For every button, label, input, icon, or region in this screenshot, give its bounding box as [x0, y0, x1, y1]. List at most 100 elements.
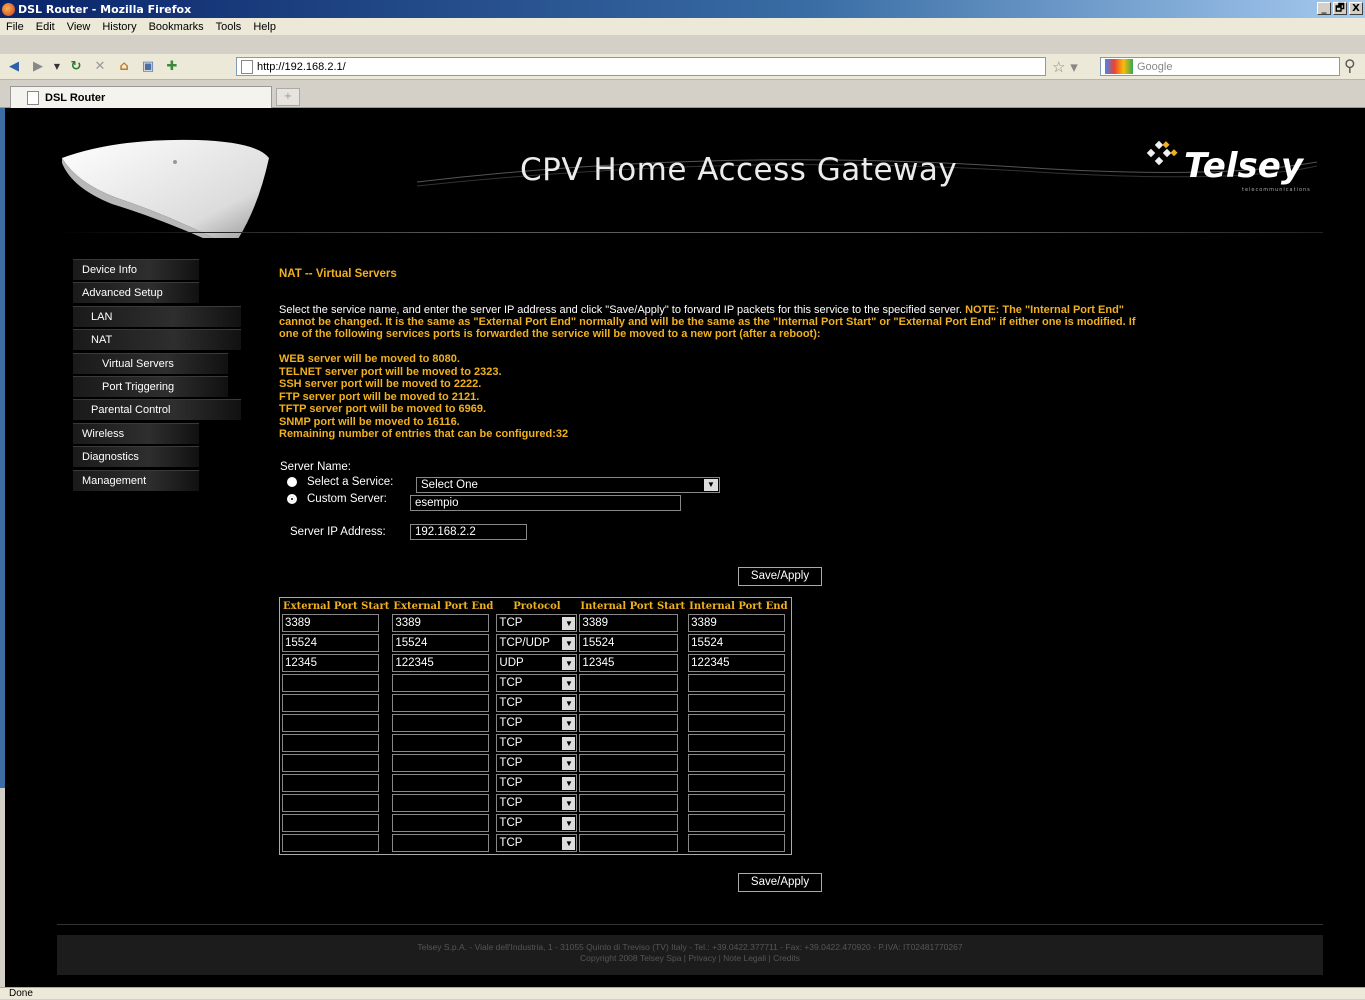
port-input[interactable]	[579, 814, 679, 832]
port-input[interactable]	[688, 774, 786, 792]
port-input[interactable]	[579, 794, 679, 812]
protocol-select[interactable]: TCP ▼	[496, 754, 578, 772]
port-input[interactable]	[579, 694, 679, 712]
forward-button[interactable]: ▶	[28, 57, 48, 77]
menu-history[interactable]: History	[96, 21, 142, 33]
port-input[interactable]: 15524	[579, 634, 679, 652]
port-input[interactable]	[688, 734, 786, 752]
search-bar[interactable]: Google	[1100, 57, 1340, 76]
port-input[interactable]: 15524	[282, 634, 379, 652]
chevron-down-icon[interactable]: ▼	[562, 797, 576, 810]
bookmark-star-icon[interactable]: ☆ ▾	[1052, 58, 1078, 76]
addon-icon[interactable]: ✚	[162, 57, 182, 77]
chevron-down-icon[interactable]: ▼	[562, 837, 576, 850]
chevron-down-icon[interactable]: ▼	[562, 657, 576, 670]
protocol-select[interactable]: TCP ▼	[496, 834, 578, 852]
port-input[interactable]: 15524	[688, 634, 786, 652]
chevron-down-icon[interactable]: ▼	[562, 737, 576, 750]
port-input[interactable]: 122345	[392, 654, 490, 672]
custom-server-input[interactable]: esempio	[410, 495, 681, 511]
menu-bookmarks[interactable]: Bookmarks	[143, 21, 210, 33]
chevron-down-icon[interactable]: ▼	[562, 757, 576, 770]
port-input[interactable]	[282, 774, 379, 792]
port-input[interactable]: 3389	[688, 614, 786, 632]
menu-file[interactable]: File	[0, 21, 30, 33]
new-tab-button[interactable]: +	[276, 88, 300, 106]
close-button[interactable]: X	[1349, 2, 1363, 15]
port-input[interactable]: 15524	[392, 634, 490, 652]
port-input[interactable]	[688, 834, 786, 852]
protocol-select[interactable]: TCP ▼	[496, 794, 578, 812]
port-input[interactable]	[688, 714, 786, 732]
chevron-down-icon[interactable]: ▼	[704, 479, 718, 491]
port-input[interactable]	[282, 794, 379, 812]
service-select[interactable]: Select One ▼	[416, 477, 720, 493]
history-dropdown-icon[interactable]: ▼	[52, 57, 62, 77]
url-bar[interactable]: http://192.168.2.1/	[236, 57, 1046, 76]
sidebar-item-wireless[interactable]: Wireless	[73, 422, 199, 444]
maximize-button[interactable]: 🗗	[1333, 2, 1347, 15]
select-service-radio[interactable]	[287, 477, 297, 487]
port-input[interactable]	[282, 754, 379, 772]
menu-tools[interactable]: Tools	[210, 21, 248, 33]
sidebar-item-lan[interactable]: LAN	[73, 305, 241, 327]
protocol-select[interactable]: TCP ▼	[496, 774, 578, 792]
port-input[interactable]	[688, 694, 786, 712]
menu-help[interactable]: Help	[247, 21, 282, 33]
port-input[interactable]	[579, 774, 679, 792]
port-input[interactable]	[282, 834, 379, 852]
server-ip-input[interactable]: 192.168.2.2	[410, 524, 527, 540]
port-input[interactable]	[688, 794, 786, 812]
port-input[interactable]	[392, 834, 490, 852]
port-input[interactable]	[282, 734, 379, 752]
chevron-down-icon[interactable]: ▼	[562, 697, 576, 710]
sidebar-item-management[interactable]: Management	[73, 469, 199, 491]
protocol-select[interactable]: UDP ▼	[496, 654, 578, 672]
port-input[interactable]	[579, 714, 679, 732]
port-input[interactable]	[579, 834, 679, 852]
chevron-down-icon[interactable]: ▼	[562, 777, 576, 790]
tab-dsl-router[interactable]: DSL Router	[10, 86, 272, 108]
port-input[interactable]	[392, 694, 490, 712]
port-input[interactable]	[392, 674, 490, 692]
port-input[interactable]: 3389	[579, 614, 679, 632]
sidebar-item-parental-control[interactable]: Parental Control	[73, 399, 241, 421]
sidebar-item-port-triggering[interactable]: Port Triggering	[73, 375, 228, 397]
protocol-select[interactable]: TCP/UDP ▼	[496, 634, 578, 652]
reload-button[interactable]: ↻	[66, 57, 86, 77]
chevron-down-icon[interactable]: ▼	[562, 717, 576, 730]
sidebar-item-device-info[interactable]: Device Info	[73, 259, 199, 280]
chevron-down-icon[interactable]: ▼	[562, 637, 576, 650]
protocol-select[interactable]: TCP ▼	[496, 674, 578, 692]
bookmark-icon[interactable]: ▣	[138, 57, 158, 77]
port-input[interactable]: 122345	[688, 654, 786, 672]
port-input[interactable]	[392, 774, 490, 792]
port-input[interactable]: 3389	[282, 614, 379, 632]
back-button[interactable]: ◀	[4, 57, 24, 77]
port-input[interactable]	[282, 674, 379, 692]
port-input[interactable]	[579, 674, 679, 692]
sidebar-item-nat[interactable]: NAT	[73, 329, 241, 351]
home-button[interactable]: ⌂	[114, 57, 134, 77]
stop-button[interactable]: ✕	[90, 57, 110, 77]
protocol-select[interactable]: TCP ▼	[496, 734, 578, 752]
port-input[interactable]	[282, 814, 379, 832]
port-input[interactable]	[579, 734, 679, 752]
protocol-select[interactable]: TCP ▼	[496, 614, 578, 632]
menu-view[interactable]: View	[61, 21, 97, 33]
sidebar-item-advanced-setup[interactable]: Advanced Setup	[73, 282, 199, 304]
menu-edit[interactable]: Edit	[30, 21, 61, 33]
minimize-button[interactable]: _	[1317, 2, 1331, 15]
save-apply-button-bottom[interactable]: Save/Apply	[738, 873, 822, 892]
sidebar-item-virtual-servers[interactable]: Virtual Servers	[73, 352, 228, 374]
port-input[interactable]	[392, 794, 490, 812]
port-input[interactable]: 12345	[282, 654, 379, 672]
port-input[interactable]	[282, 714, 379, 732]
protocol-select[interactable]: TCP ▼	[496, 814, 578, 832]
port-input[interactable]: 12345	[579, 654, 679, 672]
protocol-select[interactable]: TCP ▼	[496, 714, 578, 732]
chevron-down-icon[interactable]: ▼	[562, 677, 576, 690]
port-input[interactable]	[392, 734, 490, 752]
custom-server-radio[interactable]	[287, 494, 297, 504]
port-input[interactable]	[392, 714, 490, 732]
